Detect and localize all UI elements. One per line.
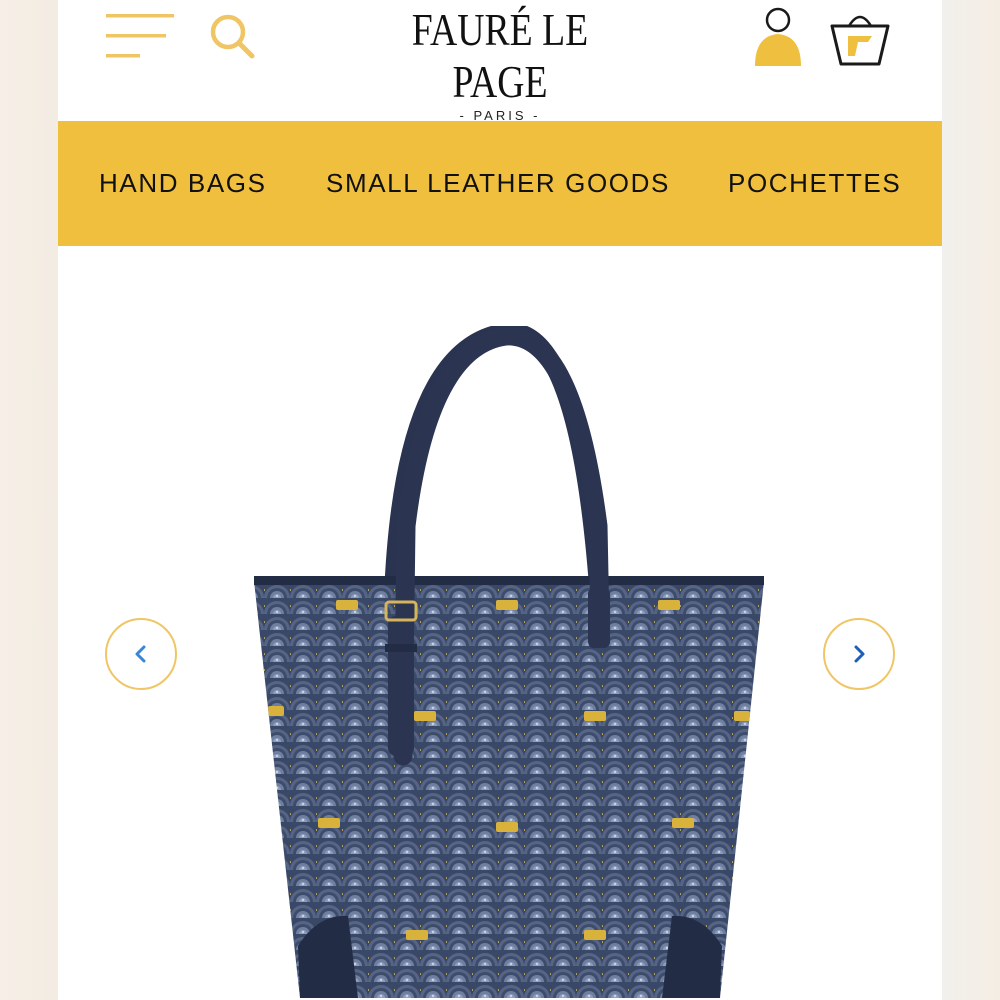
nav-item-small-leather-goods[interactable]: SMALL LEATHER GOODS — [326, 121, 670, 246]
nav-item-pochettes[interactable]: POCHETTES — [728, 121, 901, 246]
search-icon[interactable] — [208, 10, 260, 62]
site-header: FAURÉ LE PAGE - PARIS - — [58, 0, 942, 123]
carousel-next-button[interactable] — [823, 618, 895, 690]
chevron-left-icon — [135, 645, 146, 663]
chevron-right-icon — [854, 645, 865, 663]
menu-icon[interactable] — [102, 12, 178, 62]
product-carousel — [58, 246, 942, 1000]
brand-name: FAURÉ LE PAGE — [411, 4, 589, 107]
carousel-prev-button[interactable] — [105, 618, 177, 690]
nav-item-hand-bags[interactable]: HAND BAGS — [99, 121, 267, 246]
shopping-basket-icon[interactable] — [828, 8, 892, 68]
account-icon[interactable] — [750, 6, 806, 68]
product-image — [254, 326, 764, 998]
brand-logo[interactable]: FAURÉ LE PAGE - PARIS - — [348, 4, 652, 123]
category-nav: HAND BAGS SMALL LEATHER GOODS POCHETTES — [58, 121, 942, 246]
page: FAURÉ LE PAGE - PARIS - HAND BAGS SMALL … — [58, 0, 942, 1000]
